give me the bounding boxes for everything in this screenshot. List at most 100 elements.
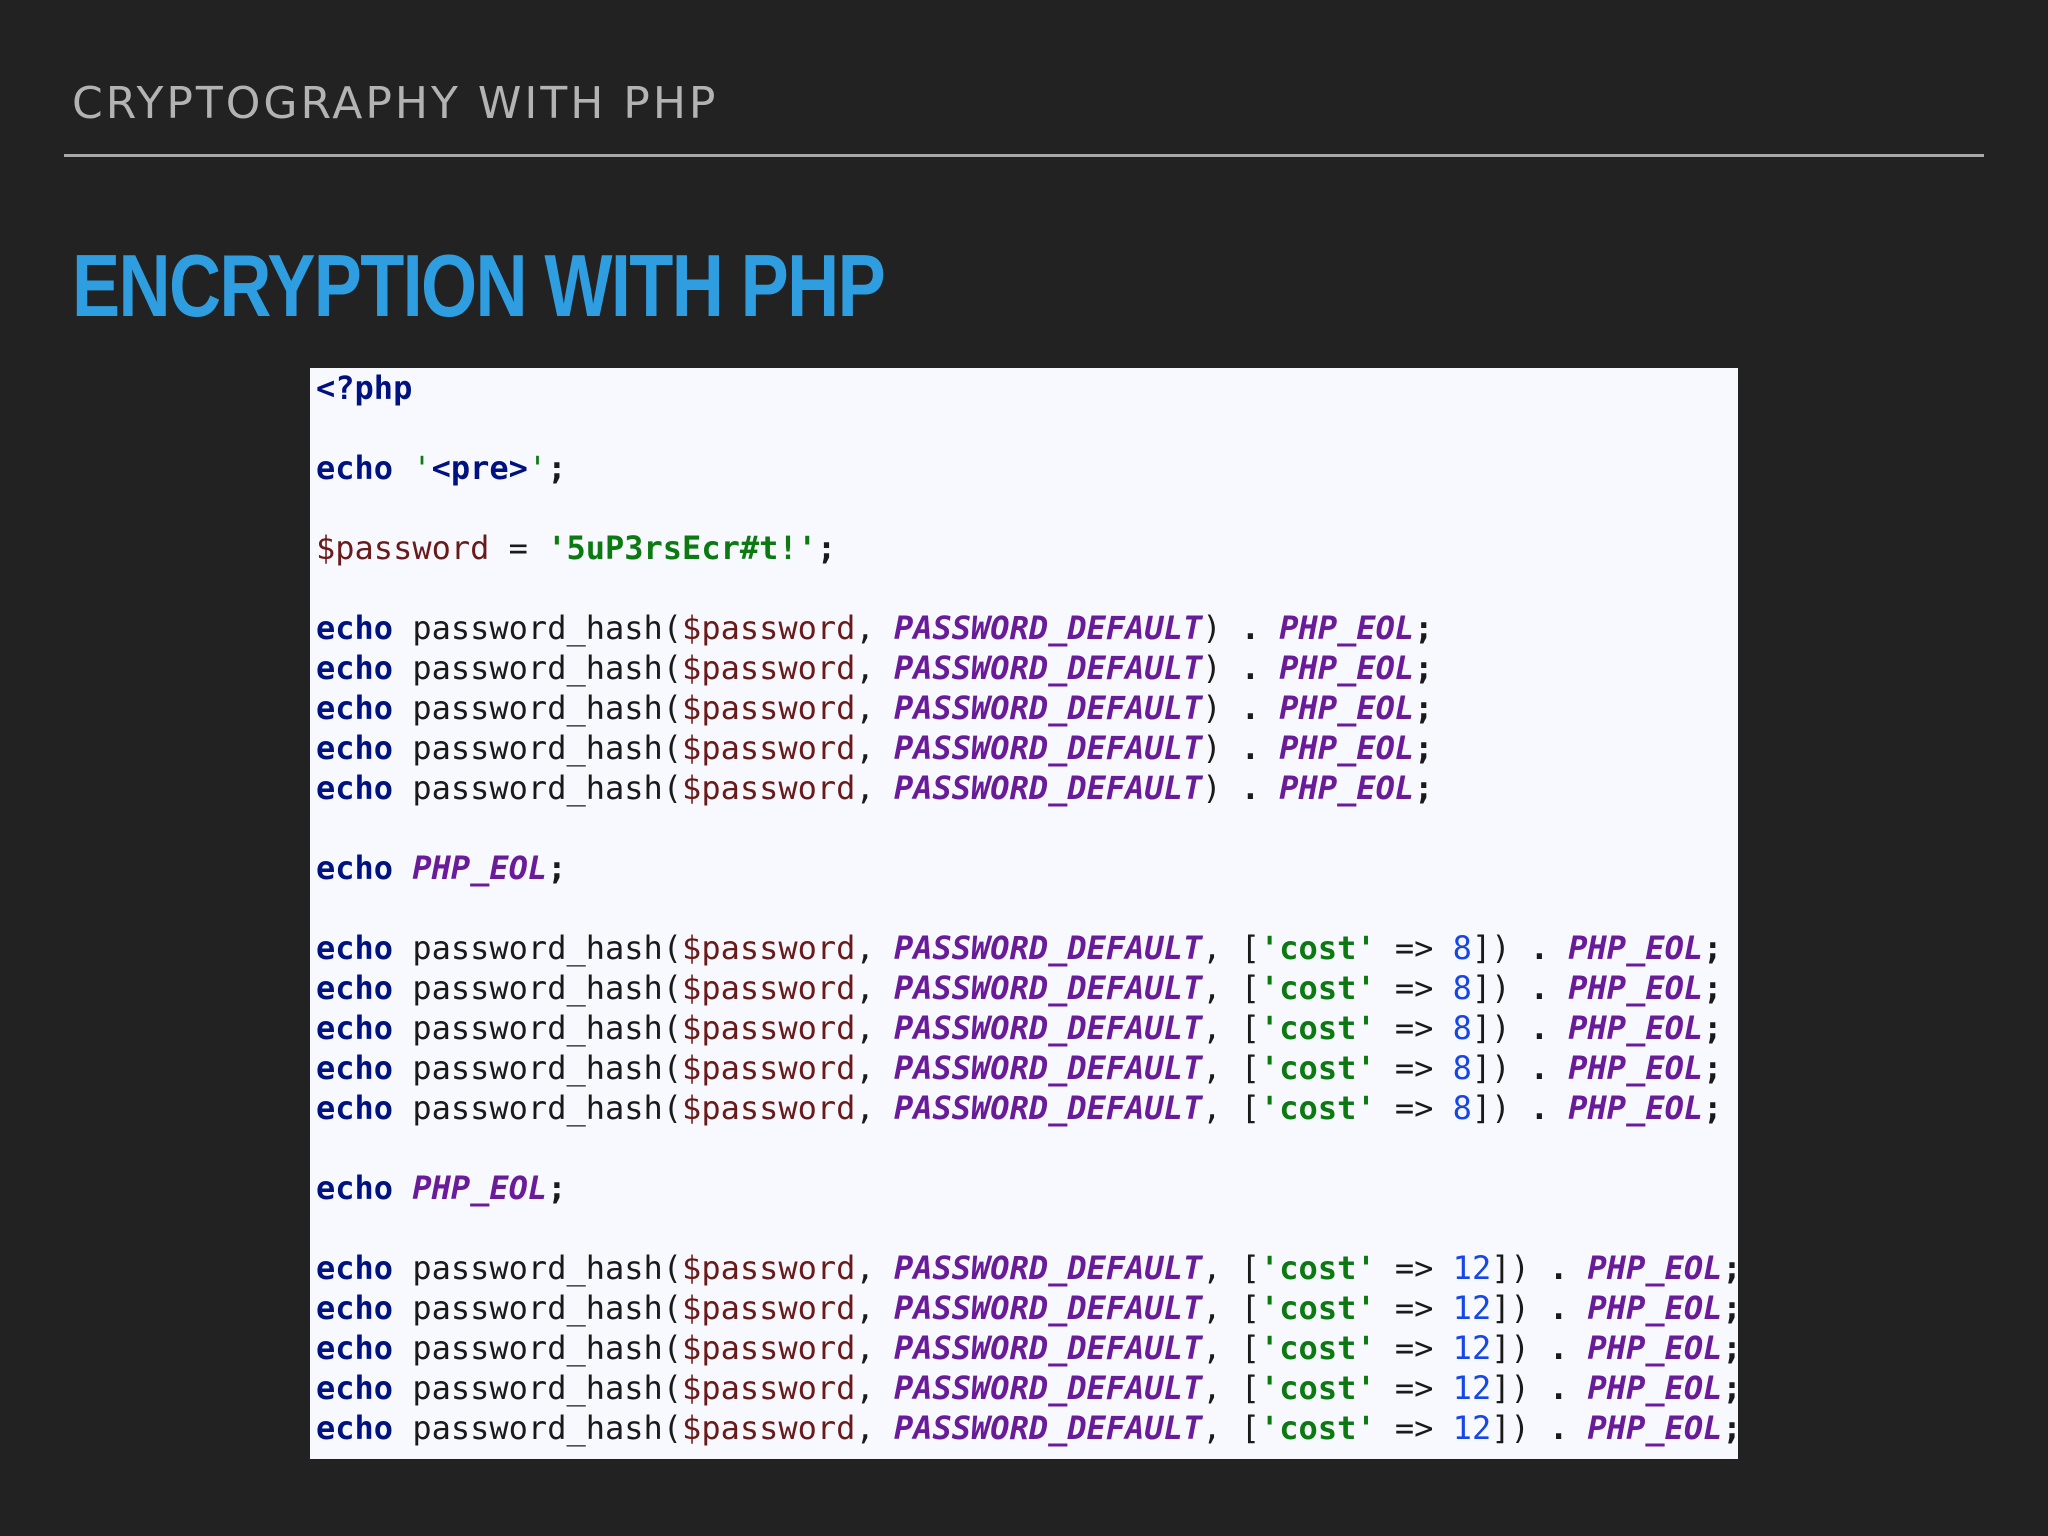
code-token: .: [1549, 1249, 1569, 1287]
code-token: =>: [1375, 929, 1453, 967]
code-token: 8: [1452, 1049, 1472, 1087]
code-token: .: [1529, 929, 1549, 967]
code-token: ]): [1491, 1409, 1549, 1447]
code-token: ]): [1491, 1369, 1549, 1407]
code-line: echo password_hash($password, PASSWORD_D…: [316, 768, 1738, 808]
code-token: password_hash(: [393, 609, 683, 647]
code-token: .: [1529, 1049, 1549, 1087]
code-token: =>: [1375, 1009, 1453, 1047]
code-token: 'cost': [1260, 1369, 1376, 1407]
code-block: <?php echo '<pre>'; $password = '5uP3rsE…: [316, 368, 1738, 1448]
code-token: ,: [855, 729, 894, 767]
code-token: PHP_EOL: [1568, 1049, 1704, 1087]
code-token: password_hash(: [393, 1369, 683, 1407]
code-token: ;: [1703, 929, 1723, 967]
code-token: ,: [855, 649, 894, 687]
code-token: $password: [682, 729, 856, 767]
code-line: echo password_hash($password, PASSWORD_D…: [316, 1008, 1738, 1048]
code-token: echo: [316, 929, 394, 967]
code-line: echo password_hash($password, PASSWORD_D…: [316, 1368, 1738, 1408]
code-token: =>: [1375, 1369, 1453, 1407]
code-token: 'cost': [1260, 929, 1376, 967]
code-token: ;: [1414, 689, 1434, 727]
code-token: .: [1240, 609, 1261, 647]
code-token: password_hash(: [393, 689, 683, 727]
code-token: ,: [855, 1049, 894, 1087]
code-token: .: [1549, 1409, 1569, 1447]
code-token: ;: [1414, 729, 1434, 767]
code-token: $password: [316, 529, 490, 567]
code-token: PHP_EOL: [1279, 769, 1415, 807]
code-token: echo: [316, 649, 394, 687]
code-token: password_hash(: [393, 969, 683, 1007]
code-token: PASSWORD_DEFAULT: [893, 1329, 1203, 1367]
code-token: PHP_EOL: [1568, 1089, 1704, 1127]
code-token: PHP_EOL: [1279, 649, 1415, 687]
code-token: $password: [682, 969, 856, 1007]
code-token: ,: [855, 1409, 894, 1447]
code-token: echo: [316, 769, 394, 807]
code-token: ;: [816, 529, 837, 567]
code-token: =>: [1375, 1409, 1453, 1447]
code-token: .: [1549, 1369, 1569, 1407]
code-token: ;: [1722, 1409, 1738, 1447]
code-line: echo password_hash($password, PASSWORD_D…: [316, 928, 1738, 968]
code-token: $password: [682, 769, 856, 807]
code-token: echo: [316, 609, 394, 647]
code-token: PASSWORD_DEFAULT: [893, 1049, 1203, 1087]
code-token: password_hash(: [393, 1289, 683, 1327]
code-token: 'cost': [1260, 1009, 1376, 1047]
code-token: PHP_EOL: [1279, 689, 1415, 727]
code-token: ): [1202, 609, 1241, 647]
code-line: $password = '5uP3rsEcr#t!';: [316, 528, 1738, 568]
code-line: echo PHP_EOL;: [316, 848, 1738, 888]
code-token: echo: [316, 1089, 394, 1127]
code-token: ,: [855, 1369, 894, 1407]
code-line: <?php: [316, 368, 1738, 408]
code-token: $password: [682, 1049, 856, 1087]
code-token: =>: [1375, 1089, 1453, 1127]
code-token: PHP_EOL: [1568, 929, 1704, 967]
code-token: ): [1202, 769, 1241, 807]
code-token: password_hash(: [393, 1409, 683, 1447]
code-token: password_hash(: [393, 729, 683, 767]
code-token: ,: [855, 769, 894, 807]
code-token: PHP_EOL: [412, 1169, 548, 1207]
code-token: ;: [1703, 969, 1723, 1007]
code-token: PASSWORD_DEFAULT: [893, 1009, 1203, 1047]
code-token: PASSWORD_DEFAULT: [893, 609, 1203, 647]
code-token: $password: [682, 1089, 856, 1127]
code-token: ;: [1722, 1249, 1738, 1287]
code-token: PHP_EOL: [1587, 1249, 1723, 1287]
code-token: 8: [1452, 969, 1472, 1007]
code-token: ,: [855, 1009, 894, 1047]
code-token: echo: [316, 1289, 394, 1327]
code-token: =>: [1375, 1329, 1453, 1367]
code-token: ]): [1491, 1329, 1549, 1367]
code-token: PHP_EOL: [1587, 1329, 1723, 1367]
code-token: ]): [1491, 1249, 1549, 1287]
code-token: ,: [855, 929, 894, 967]
code-token: .: [1240, 649, 1261, 687]
code-token: PASSWORD_DEFAULT: [893, 969, 1203, 1007]
code-line: echo password_hash($password, PASSWORD_D…: [316, 1408, 1738, 1448]
code-token: PASSWORD_DEFAULT: [893, 729, 1203, 767]
code-token: 'cost': [1260, 1089, 1376, 1127]
code-token: 8: [1452, 929, 1472, 967]
code-token: $password: [682, 1289, 856, 1327]
code-token: .: [1549, 1289, 1569, 1327]
code-line: echo password_hash($password, PASSWORD_D…: [316, 968, 1738, 1008]
code-token: PHP_EOL: [1279, 609, 1415, 647]
code-token: ,: [855, 969, 894, 1007]
code-token: 'cost': [1260, 1409, 1376, 1447]
code-token: 8: [1452, 1089, 1472, 1127]
code-token: .: [1240, 689, 1261, 727]
